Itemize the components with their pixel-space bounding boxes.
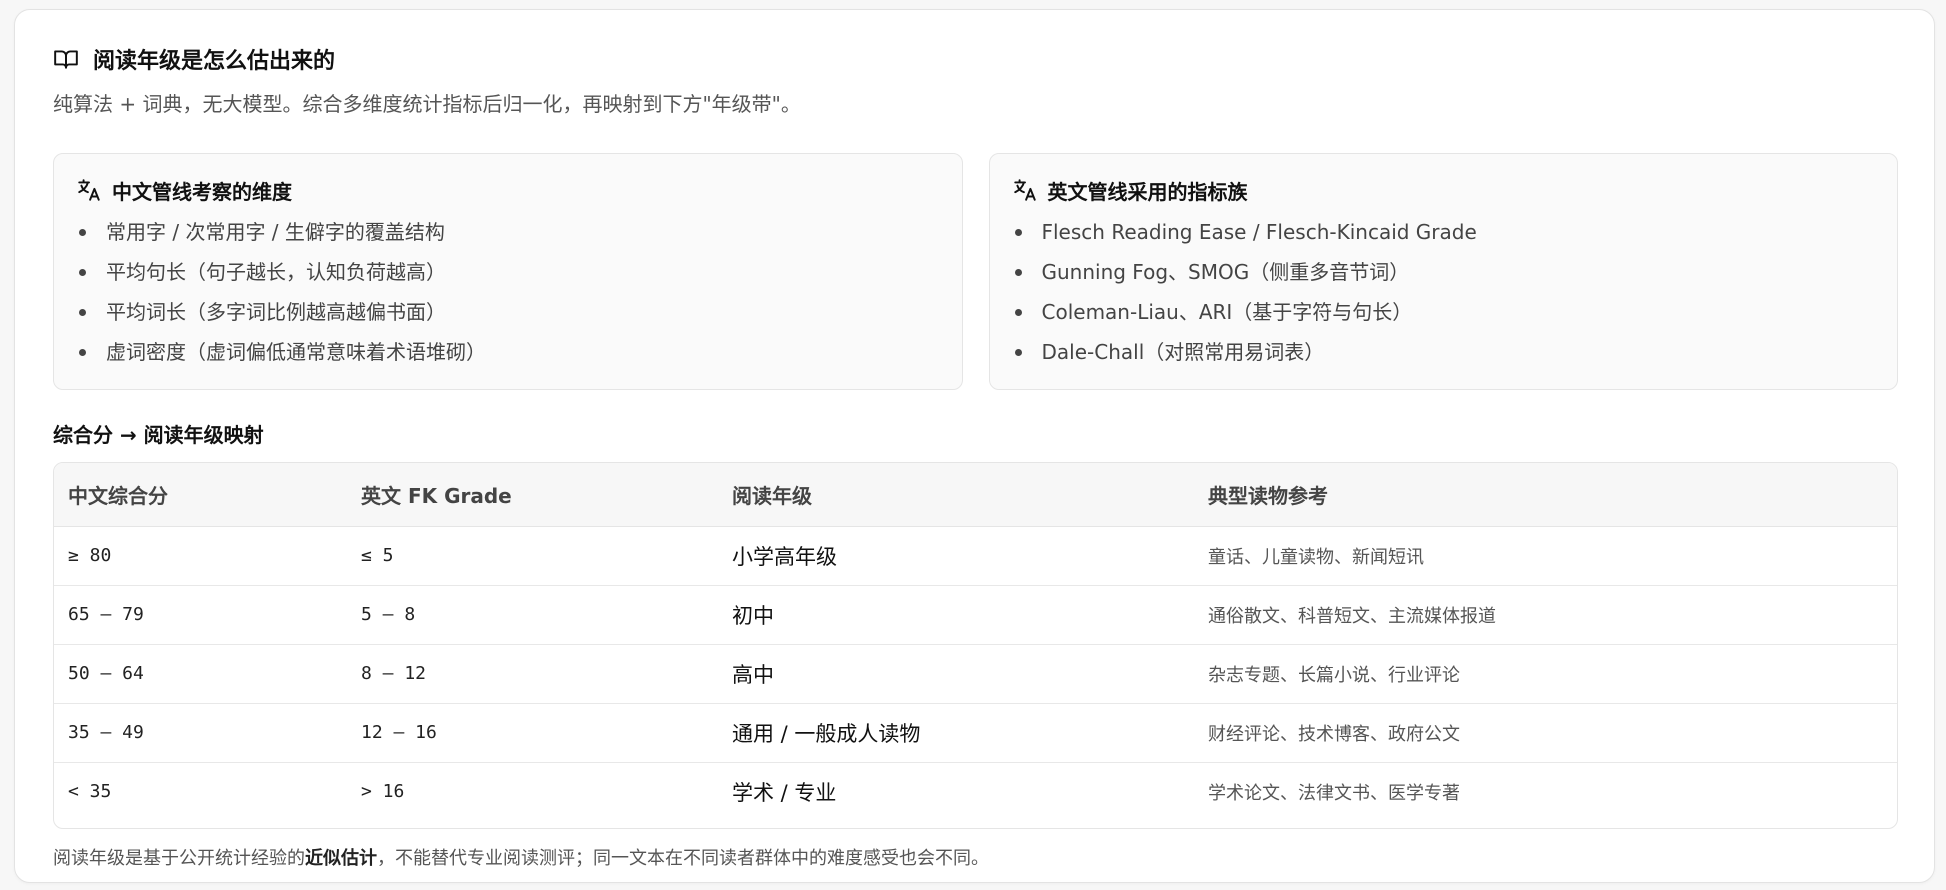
list-item: 平均词长（多字词比例越高越偏书面）: [76, 292, 940, 332]
reading-grade-card: 阅读年级是怎么估出来的 纯算法 + 词典，无大模型。综合多维度统计指标后归一化，…: [14, 9, 1935, 883]
en-metric-list: Flesch Reading Ease / Flesch-Kincaid Gra…: [1012, 212, 1876, 372]
list-item: 常用字 / 次常用字 / 生僻字的覆盖结构: [76, 212, 940, 252]
table-row: ≥ 80 ≤ 5 小学高年级 童话、儿童读物、新闻短讯: [54, 526, 1897, 586]
page-title: 阅读年级是怎么估出来的: [93, 49, 336, 74]
mapping-section-title: 综合分 → 阅读年级映射: [53, 423, 264, 447]
zh-panel-title: 中文管线考察的维度: [112, 179, 292, 204]
translate-icon: [1013, 179, 1036, 201]
reading-grade-cell: 小学高年级: [718, 526, 1194, 586]
column-header: 中文综合分: [54, 463, 347, 527]
reading-grade-cell: 学术 / 专业: [732, 780, 837, 805]
table-header-row: 中文综合分 英文 FK Grade 阅读年级 典型读物参考: [54, 463, 1897, 527]
column-header: 阅读年级: [718, 463, 1194, 527]
list-item: Coleman-Liau、ARI（基于字符与句长）: [1012, 292, 1876, 332]
zh-score-cell: 35 – 49: [54, 703, 347, 763]
footnote-emphasis: 近似估计: [305, 848, 377, 869]
en-pipeline-panel: 英文管线采用的指标族 Flesch Reading Ease / Flesch-…: [988, 153, 1898, 390]
list-item: Flesch Reading Ease / Flesch-Kincaid Gra…: [1012, 212, 1876, 252]
table-row: < 35 > 16 学术 / 专业 学术论文、法律文书、医学专著: [54, 762, 1897, 821]
list-item: 虚词密度（虚词偏低通常意味着术语堆砌）: [76, 332, 940, 372]
list-item: Dale-Chall（对照常用易词表）: [1012, 332, 1876, 372]
pipeline-panels: 中文管线考察的维度 常用字 / 次常用字 / 生僻字的覆盖结构 平均句长（句子越…: [53, 153, 1898, 390]
page-subtitle: 纯算法 + 词典，无大模型。综合多维度统计指标后归一化，再映射到下方"年级带"。: [53, 92, 801, 116]
fk-grade-cell: 8 – 12: [347, 644, 718, 704]
mapping-table: 中文综合分 英文 FK Grade 阅读年级 典型读物参考 ≥ 80 ≤ 5 小…: [53, 462, 1898, 829]
book-open-icon: [54, 50, 78, 69]
translate-icon: [78, 179, 100, 201]
reading-grade-cell: 通用 / 一般成人读物: [718, 703, 1194, 763]
card-header: 阅读年级是怎么估出来的 纯算法 + 词典，无大模型。综合多维度统计指标后归一化，…: [53, 42, 1896, 117]
zh-dimension-list: 常用字 / 次常用字 / 生僻字的覆盖结构 平均句长（句子越长，认知负荷越高） …: [76, 212, 940, 372]
fk-grade-cell: ≤ 5: [347, 526, 718, 586]
list-item: 平均句长（句子越长，认知负荷越高）: [76, 252, 940, 292]
list-item: Gunning Fog、SMOG（侧重多音节词）: [1012, 252, 1876, 292]
zh-score-cell: 50 – 64: [54, 644, 347, 704]
fk-grade-cell: 12 – 16: [347, 703, 718, 763]
reading-grade-cell: 初中: [718, 585, 1194, 645]
zh-pipeline-panel: 中文管线考察的维度 常用字 / 次常用字 / 生僻字的覆盖结构 平均句长（句子越…: [53, 153, 963, 390]
zh-score-cell: ≥ 80: [54, 526, 347, 586]
zh-score-cell: < 35: [68, 781, 112, 803]
fk-grade-cell: > 16: [361, 781, 405, 803]
en-panel-title: 英文管线采用的指标族: [1047, 179, 1248, 204]
reference-cell: 财经评论、技术博客、政府公文: [1194, 703, 1897, 763]
table-row: 50 – 64 8 – 12 高中 杂志专题、长篇小说、行业评论: [54, 644, 1897, 704]
footnote: 阅读年级是基于公开统计经验的近似估计，不能替代专业阅读测评；同一文本在不同读者群…: [53, 848, 989, 869]
reading-grade-cell: 高中: [718, 644, 1194, 704]
table-row: 65 – 79 5 – 8 初中 通俗散文、科普短文、主流媒体报道: [54, 585, 1897, 645]
reference-cell: 杂志专题、长篇小说、行业评论: [1194, 644, 1897, 704]
reference-cell: 学术论文、法律文书、医学专著: [1208, 782, 1460, 804]
reference-cell: 童话、儿童读物、新闻短讯: [1194, 526, 1897, 586]
table-row: 35 – 49 12 – 16 通用 / 一般成人读物 财经评论、技术博客、政府…: [54, 703, 1897, 763]
zh-score-cell: 65 – 79: [54, 585, 347, 645]
reference-cell: 通俗散文、科普短文、主流媒体报道: [1194, 585, 1897, 645]
column-header: 英文 FK Grade: [347, 463, 718, 527]
fk-grade-cell: 5 – 8: [347, 585, 718, 645]
column-header: 典型读物参考: [1194, 463, 1897, 527]
